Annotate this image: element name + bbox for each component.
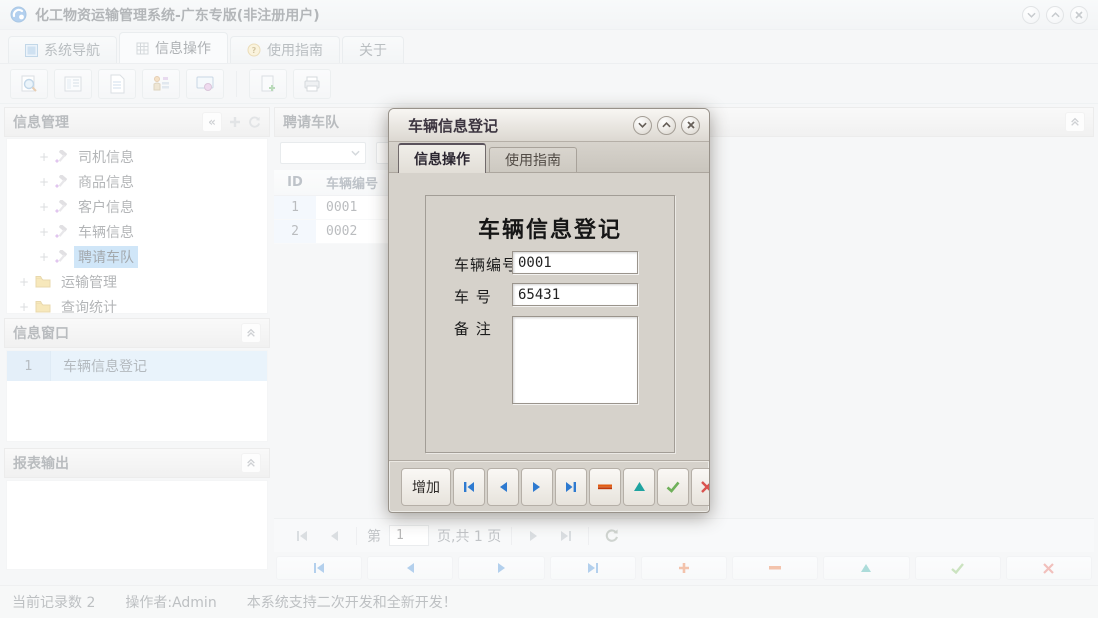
dialog-tabstrip: 信息操作 使用指南 <box>389 142 709 173</box>
vehicle-form-groupbox: 车辆信息登记 车辆编号 车 号 备 注 <box>425 195 675 453</box>
form-heading: 车辆信息登记 <box>426 212 674 244</box>
vehicle-info-dialog: 车辆信息登记 信息操作 使用指南 车 <box>388 108 710 513</box>
first-record-button[interactable] <box>453 468 485 506</box>
add-button[interactable]: 增加 <box>401 468 451 506</box>
dialog-toolbar: 增加 <box>389 460 709 512</box>
prev-record-button[interactable] <box>487 468 519 506</box>
dialog-tab-user-guide[interactable]: 使用指南 <box>489 147 577 172</box>
app-window: 化工物资运输管理系统-广东专版(非注册用户) 系统导航 信 <box>0 0 1098 618</box>
edit-record-button[interactable] <box>623 468 655 506</box>
dialog-maximize-icon[interactable] <box>657 116 676 135</box>
note-textarea[interactable] <box>512 316 638 404</box>
confirm-record-button[interactable] <box>657 468 689 506</box>
dialog-tab-label: 使用指南 <box>505 150 561 170</box>
dialog-tab-label: 信息操作 <box>414 149 470 169</box>
dialog-title: 车辆信息登记 <box>408 115 498 136</box>
dialog-titlebar[interactable]: 车辆信息登记 <box>389 109 709 142</box>
dialog-close-icon[interactable] <box>681 116 700 135</box>
last-record-button[interactable] <box>555 468 587 506</box>
dialog-body: 车辆信息登记 车辆编号 车 号 备 注 <box>389 173 709 460</box>
dialog-controls <box>633 116 700 135</box>
plate-number-input[interactable] <box>512 283 638 306</box>
delete-record-button[interactable] <box>589 468 621 506</box>
cancel-record-button[interactable] <box>691 468 709 506</box>
note-label: 备 注 <box>454 318 492 339</box>
dialog-tab-info-ops[interactable]: 信息操作 <box>398 143 486 173</box>
add-button-label: 增加 <box>412 477 440 497</box>
dialog-minimize-icon[interactable] <box>633 116 652 135</box>
plate-number-label: 车 号 <box>454 286 492 307</box>
vehicle-code-label: 车辆编号 <box>454 254 518 275</box>
vehicle-code-input[interactable] <box>512 251 638 274</box>
next-record-button[interactable] <box>521 468 553 506</box>
